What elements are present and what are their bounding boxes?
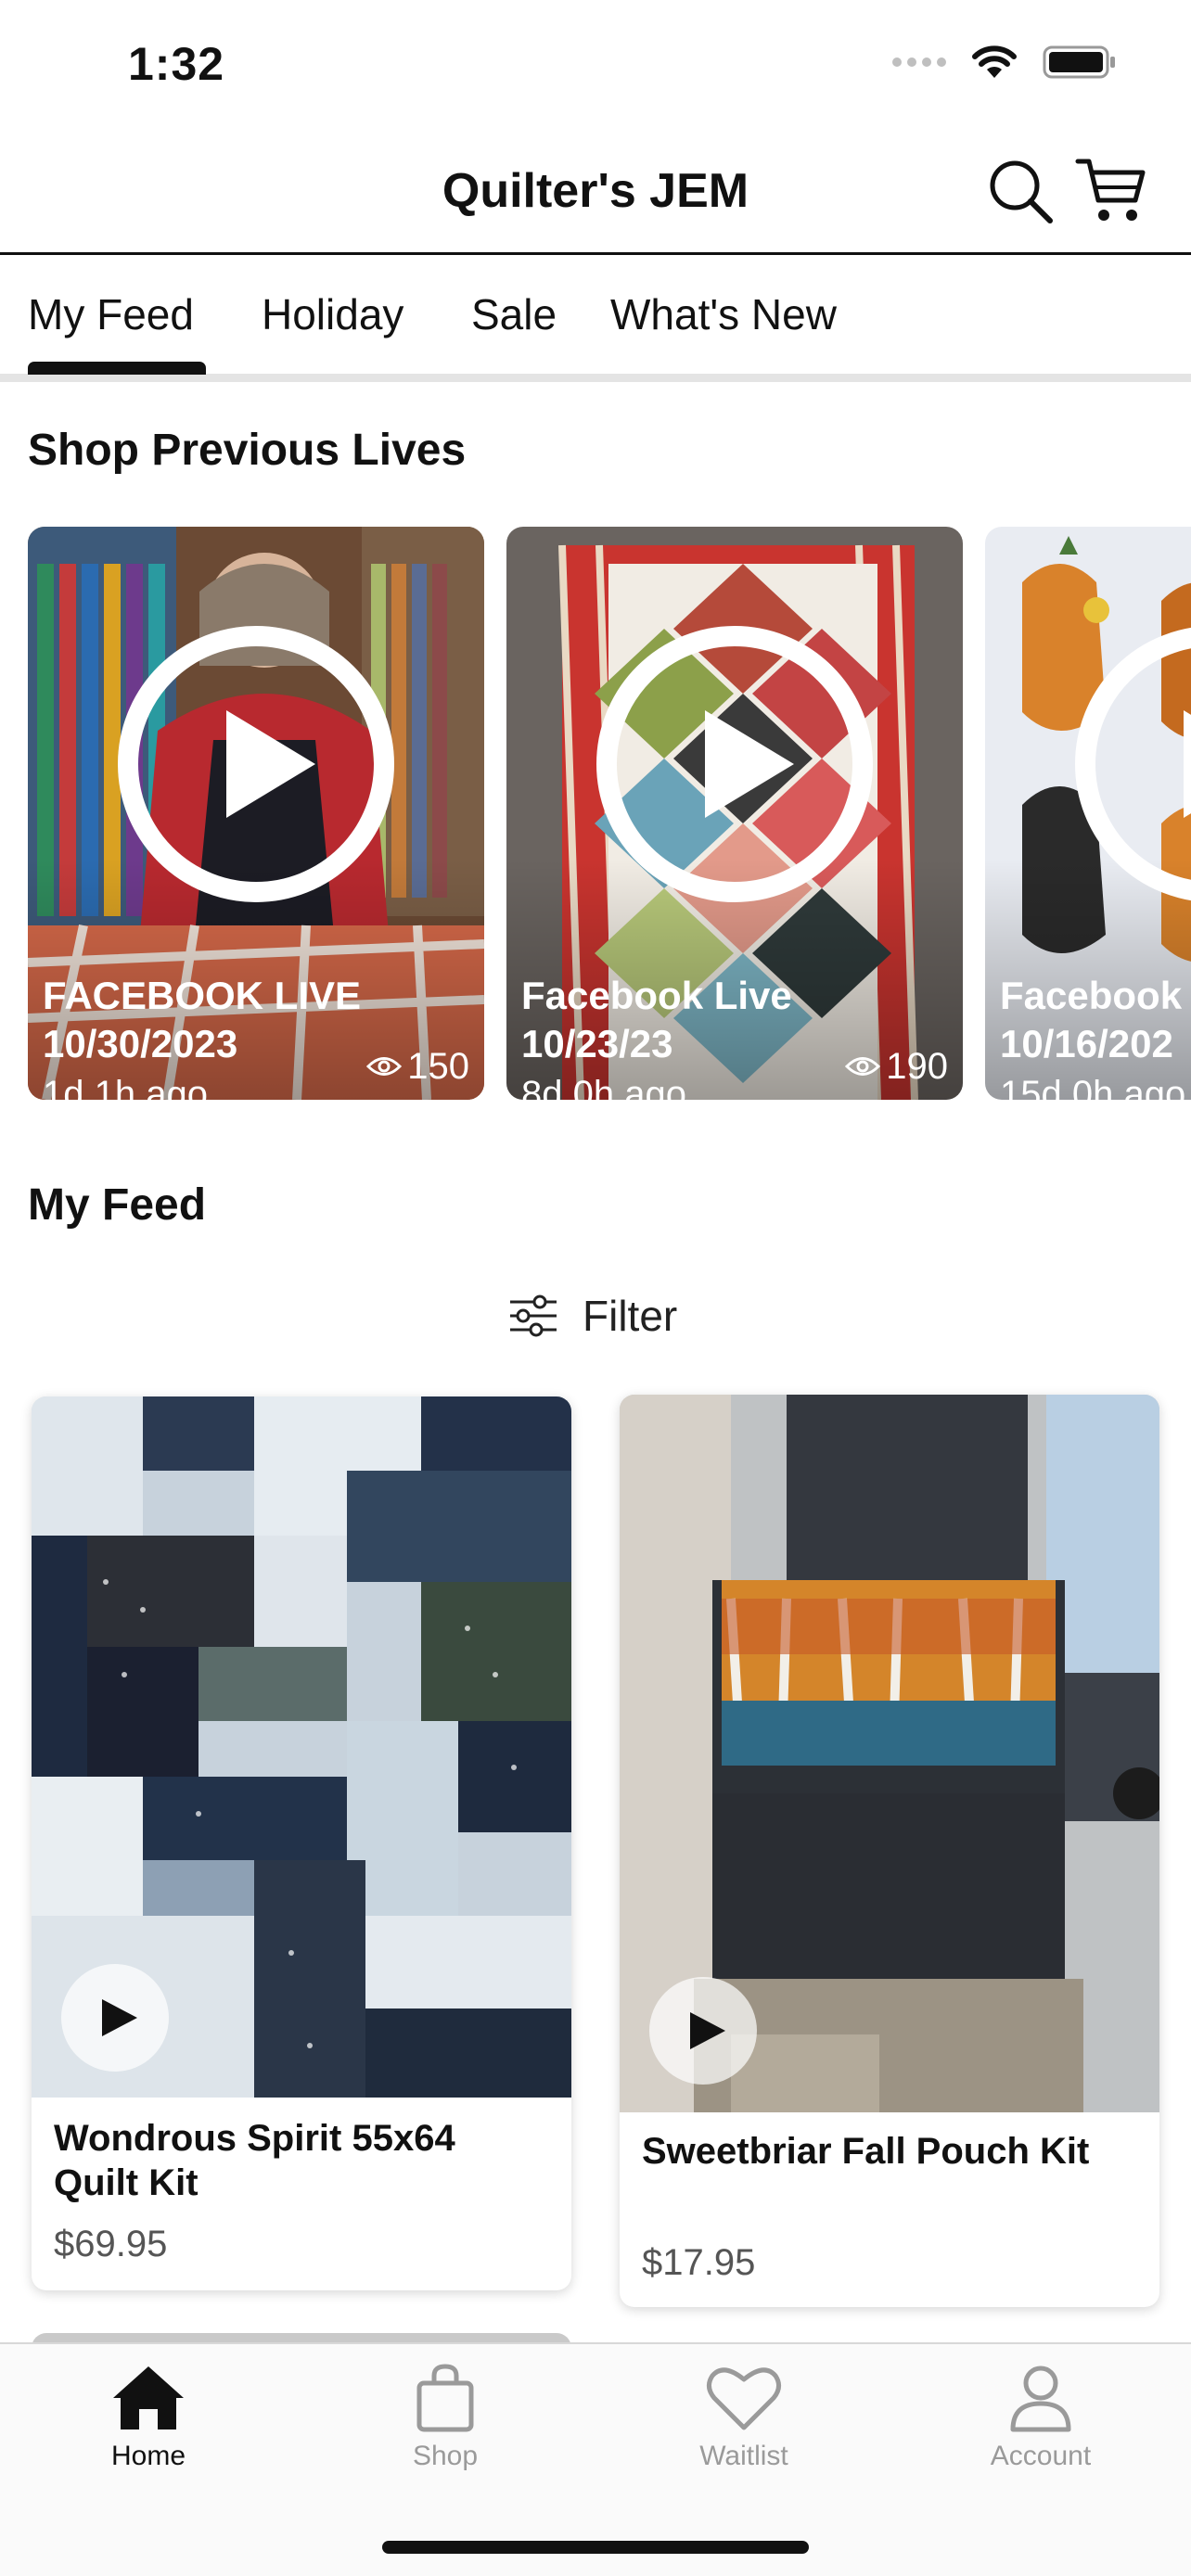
live-card[interactable]: Facebook Live 10/16/202 15d 0h ago — [985, 527, 1191, 1100]
product-card[interactable]: Wondrous Spirit 55x64 Quilt Kit $69.95 — [32, 1396, 571, 2290]
home-indicator — [382, 2541, 809, 2554]
feed-tabs: My Feed Holiday Sale What's New — [0, 258, 1191, 382]
nav-home[interactable]: Home — [56, 2363, 241, 2472]
video-play-icon[interactable] — [647, 1975, 759, 2086]
nav-waitlist-label: Waitlist — [699, 2441, 788, 2471]
live-views: 150 — [366, 1046, 469, 1087]
tab-holiday[interactable]: Holiday — [262, 289, 403, 339]
tab-whats-new[interactable]: What's New — [610, 289, 837, 339]
nav-shop[interactable]: Shop — [352, 2363, 538, 2472]
home-icon — [113, 2366, 184, 2429]
views-count: 190 — [886, 1046, 948, 1087]
shopping-bag-icon — [416, 2364, 474, 2432]
product-name[interactable]: Sweetbriar Fall Pouch Kit — [642, 2129, 1089, 2174]
feed-section-title: My Feed — [28, 1180, 207, 1230]
product-name-line1: Wondrous Spirit 55x64 — [54, 2118, 455, 2159]
lives-carousel[interactable]: FACEBOOK LIVE 10/30/2023 1d 1h ago 150 F… — [0, 527, 1191, 1102]
nav-home-label: Home — [110, 2441, 186, 2471]
lives-section-title: Shop Previous Lives — [28, 426, 467, 475]
tab-sale[interactable]: Sale — [471, 289, 557, 339]
tab-my-feed[interactable]: My Feed — [28, 289, 194, 339]
live-time-ago: 15d 0h ago — [1000, 1074, 1186, 1100]
live-time-ago: 1d 1h ago — [43, 1074, 208, 1100]
cart-icon[interactable] — [1074, 154, 1148, 228]
nav-account[interactable]: Account — [948, 2363, 1133, 2472]
live-time-ago: 8d 0h ago — [521, 1074, 686, 1100]
product-name-line2: Quilt Kit — [54, 2162, 198, 2203]
live-title: Facebook Live — [521, 974, 792, 1017]
play-icon[interactable] — [596, 625, 874, 903]
live-date: 10/16/202 — [1000, 1022, 1173, 1065]
live-card[interactable]: FACEBOOK LIVE 10/30/2023 1d 1h ago 150 — [28, 527, 484, 1100]
cellular-signal-icon — [892, 57, 946, 67]
live-views: 190 — [845, 1046, 948, 1087]
live-title: FACEBOOK LIVE — [43, 974, 362, 1017]
eye-icon — [366, 1057, 403, 1076]
person-icon — [1010, 2366, 1071, 2432]
live-date: 10/23/23 — [521, 1022, 673, 1065]
product-name-line1: Sweetbriar Fall Pouch Kit — [642, 2131, 1090, 2172]
filter-sliders-icon — [510, 1294, 557, 1337]
live-title: Facebook Live — [1000, 974, 1191, 1017]
filter-button[interactable]: Filter — [508, 1291, 677, 1341]
product-card[interactable]: Sweetbriar Fall Pouch Kit $17.95 — [620, 1395, 1159, 2307]
search-icon[interactable] — [985, 156, 1056, 226]
nav-shop-label: Shop — [412, 2441, 479, 2471]
play-icon[interactable] — [1074, 625, 1191, 903]
product-price: $69.95 — [54, 2224, 168, 2264]
nav-waitlist[interactable]: Waitlist — [651, 2363, 837, 2472]
nav-account-label: Account — [990, 2441, 1092, 2471]
battery-icon — [1043, 45, 1115, 79]
live-date: 10/30/2023 — [43, 1022, 238, 1065]
product-name[interactable]: Wondrous Spirit 55x64 Quilt Kit — [54, 2116, 455, 2205]
live-card[interactable]: Facebook Live 10/23/23 8d 0h ago 190 — [506, 527, 963, 1100]
video-play-icon[interactable] — [59, 1962, 171, 2073]
status-time: 1:32 — [128, 38, 225, 90]
eye-icon — [845, 1057, 881, 1076]
app-header: Quilter's JEM — [0, 130, 1191, 255]
heart-icon — [707, 2367, 781, 2430]
status-bar: 1:32 — [0, 0, 1191, 130]
status-icons — [892, 45, 1117, 80]
views-count: 150 — [407, 1046, 469, 1087]
filter-label: Filter — [583, 1292, 678, 1340]
wifi-icon — [972, 45, 1017, 78]
play-icon[interactable] — [117, 625, 395, 903]
product-price: $17.95 — [642, 2242, 756, 2283]
active-tab-indicator — [28, 362, 206, 375]
